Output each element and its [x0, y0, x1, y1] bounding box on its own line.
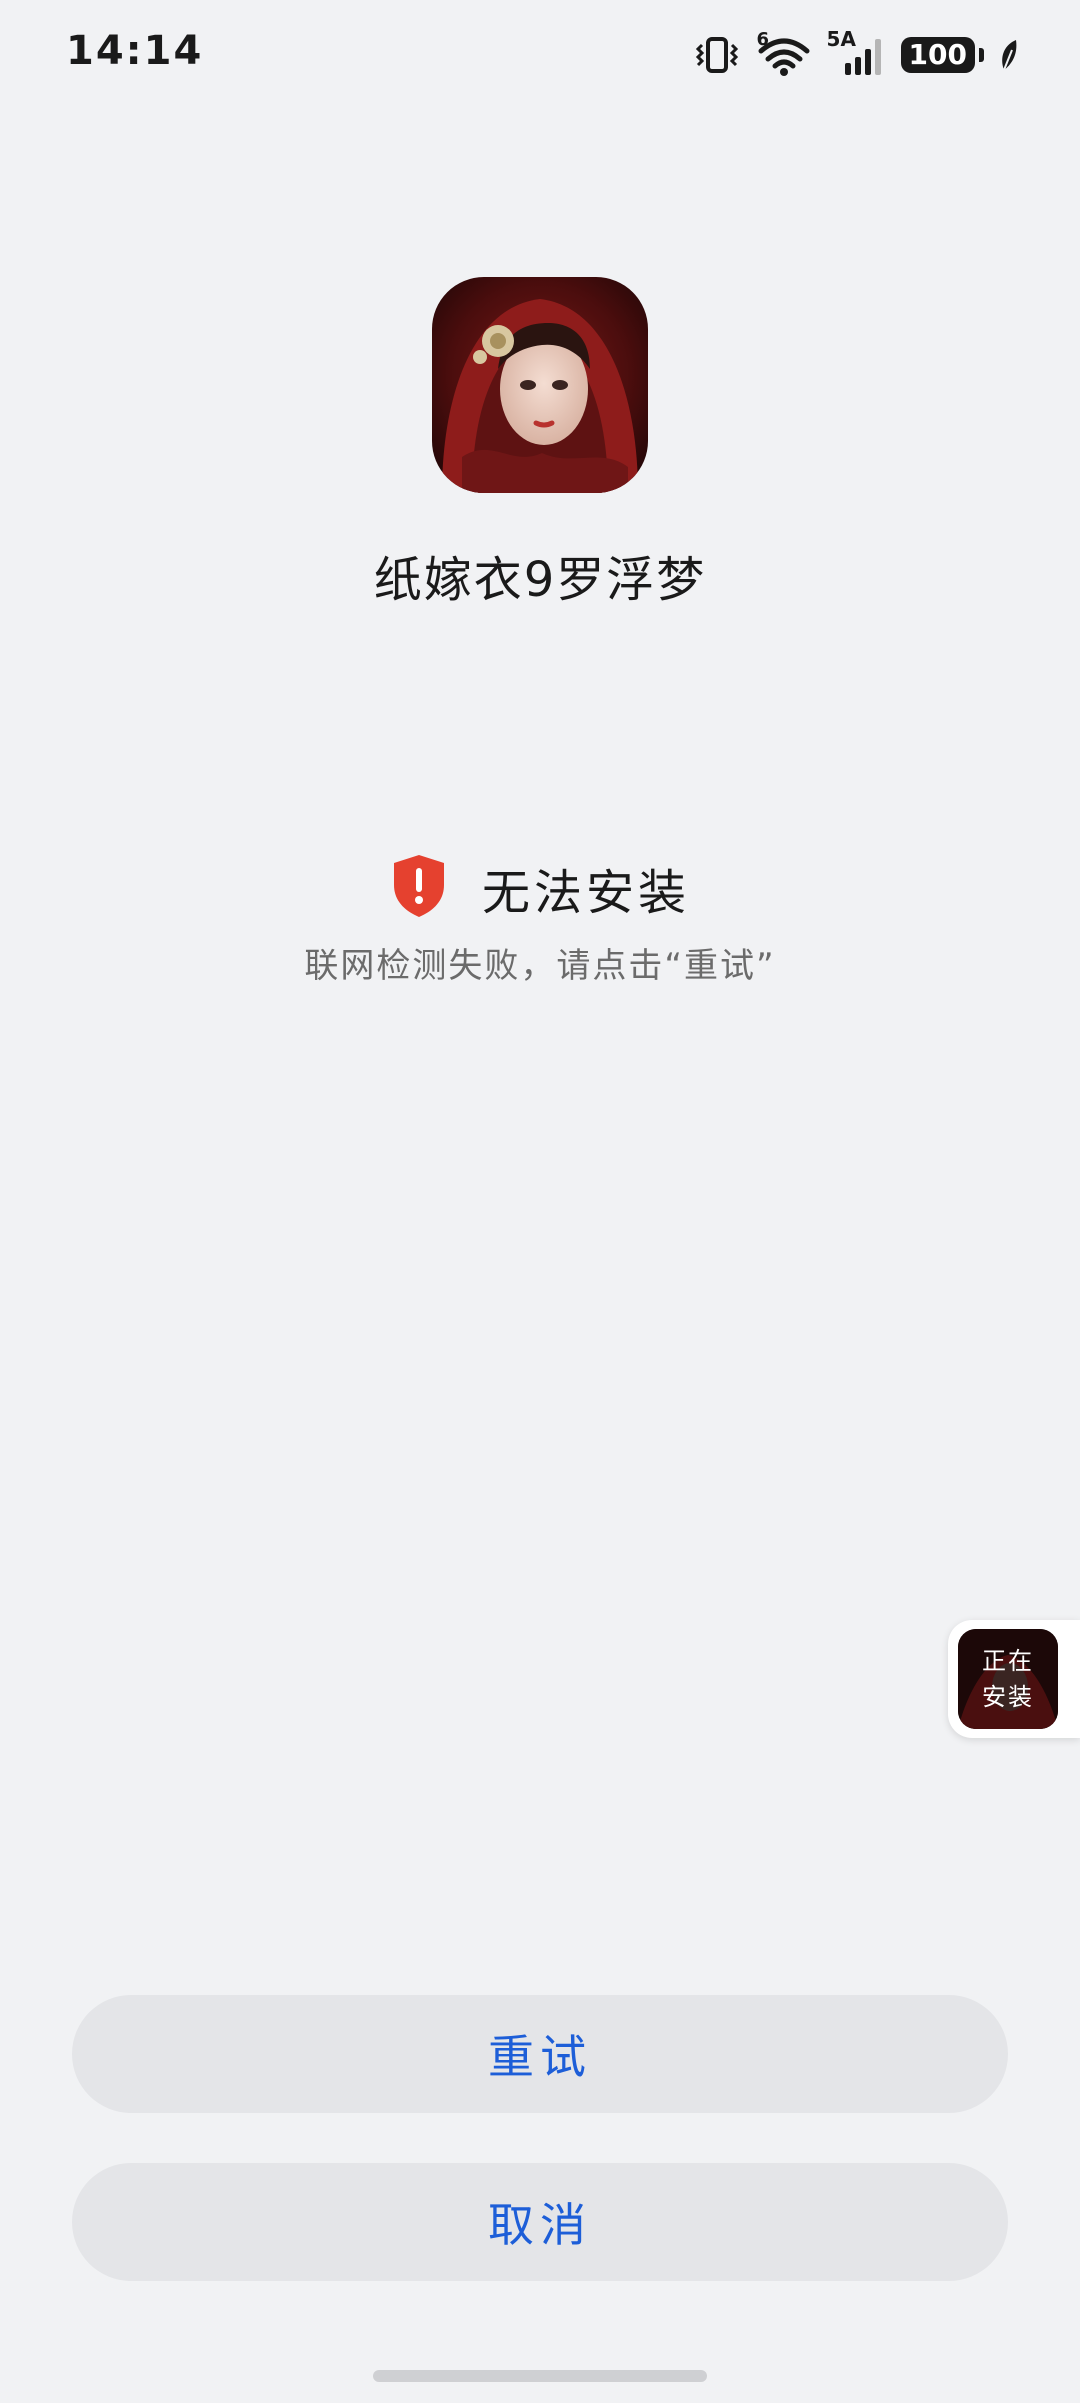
app-name: 纸嫁衣9罗浮梦 — [373, 552, 707, 608]
installing-label: 正在 安装 — [958, 1629, 1058, 1729]
floating-installing-chip[interactable]: 正在 安装 — [948, 1620, 1080, 1738]
shield-alert-icon — [390, 853, 448, 923]
install-status-description: 联网检测失败，请点击“重试” — [304, 946, 776, 986]
installing-label-line1: 正在 — [982, 1647, 1034, 1675]
cancel-button[interactable]: 取消 — [72, 2163, 1008, 2281]
battery-level: 100 — [900, 37, 975, 73]
install-status-row: 无法安装 — [0, 852, 1080, 924]
battery-tip — [979, 48, 984, 62]
battery-icon: 100 — [900, 37, 984, 73]
retry-button[interactable]: 重试 — [72, 1995, 1008, 2113]
leaf-icon — [998, 38, 1020, 72]
status-bar: 14:14 6 5A 100 — [0, 0, 1080, 110]
status-time: 14:14 — [66, 28, 204, 74]
app-icon-portrait — [432, 277, 648, 493]
install-status-title: 无法安装 — [481, 865, 690, 921]
wifi-6-label: 6 — [756, 29, 770, 50]
installing-app-thumbnail: 正在 安装 — [958, 1629, 1058, 1729]
status-icons: 6 5A 100 — [693, 27, 1020, 80]
installing-label-line2: 安装 — [982, 1683, 1034, 1711]
signal-icon: 5A — [827, 27, 887, 77]
wifi-icon: 6 — [755, 29, 813, 77]
signal-5a-label: 5A — [826, 27, 856, 51]
home-indicator[interactable] — [373, 2370, 707, 2382]
vibrate-icon — [693, 35, 741, 75]
